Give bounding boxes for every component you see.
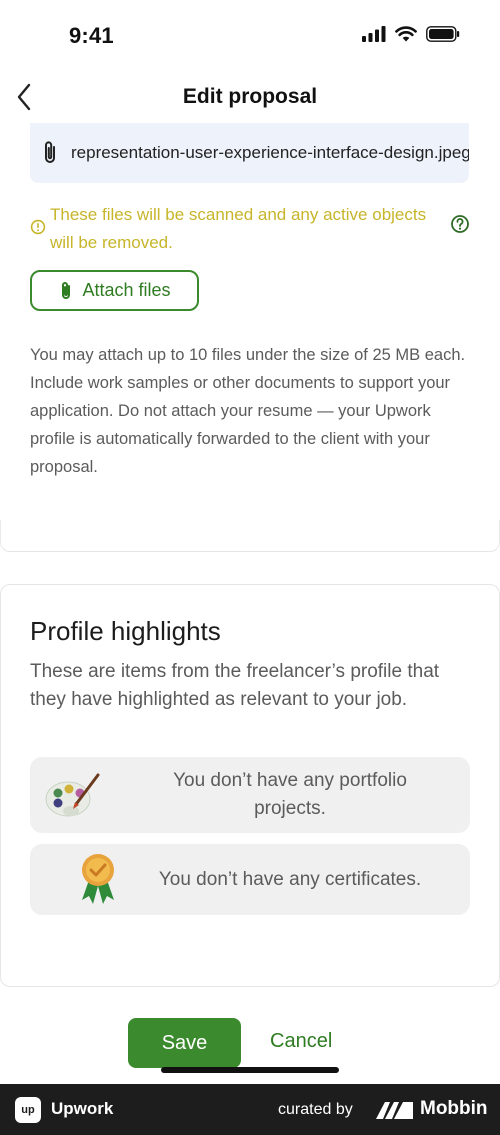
warning-text: These files will be scanned and any acti… bbox=[50, 205, 427, 252]
home-indicator bbox=[161, 1067, 339, 1073]
scan-warning: These files will be scanned and any acti… bbox=[30, 201, 470, 257]
save-button[interactable]: Save bbox=[128, 1018, 241, 1068]
footer-curated-by: curated by bbox=[278, 1101, 353, 1118]
battery-icon bbox=[426, 26, 460, 42]
palette-icon bbox=[45, 773, 100, 817]
signal-icon bbox=[362, 26, 386, 42]
card-edge bbox=[0, 520, 500, 552]
award-medal-icon bbox=[82, 854, 114, 904]
status-time: 9:41 bbox=[69, 23, 114, 48]
nav-bar: Edit proposal bbox=[0, 74, 500, 120]
paperclip-icon bbox=[62, 281, 71, 299]
certificates-empty-text: You don’t have any certificates. bbox=[158, 869, 422, 890]
mobbin-logo-icon bbox=[376, 1102, 413, 1119]
portfolio-empty-card: You don’t have any portfolio projects. bbox=[30, 757, 470, 833]
footer-brand: Upwork bbox=[51, 1099, 114, 1118]
file-name: representation-user-experience-interface… bbox=[71, 143, 469, 162]
wifi-icon bbox=[395, 26, 417, 42]
upwork-logo: up bbox=[15, 1097, 41, 1123]
attached-file[interactable]: representation-user-experience-interface… bbox=[30, 123, 469, 183]
cancel-button[interactable]: Cancel bbox=[270, 1030, 332, 1053]
footer-bar: up Upwork curated by Mobbin bbox=[0, 1084, 500, 1135]
attach-files-label: Attach files bbox=[82, 280, 171, 300]
attach-description: You may attach up to 10 files under the … bbox=[30, 346, 466, 476]
section-title: Profile highlights bbox=[30, 616, 221, 646]
info-circle-icon bbox=[30, 219, 46, 235]
section-description: These are items from the freelancer’s pr… bbox=[30, 661, 440, 710]
help-icon[interactable] bbox=[450, 214, 470, 234]
status-icons bbox=[362, 26, 460, 42]
page-title: Edit proposal bbox=[182, 85, 318, 108]
attach-files-button[interactable]: Attach files bbox=[30, 270, 199, 311]
paperclip-icon bbox=[36, 138, 64, 168]
portfolio-empty-text: You don’t have any portfolio projects. bbox=[173, 770, 407, 819]
certificates-empty-card: You don’t have any certificates. bbox=[30, 844, 470, 915]
footer-mobbin: Mobbin bbox=[420, 1098, 488, 1119]
status-bar: 9:41 bbox=[0, 0, 500, 74]
